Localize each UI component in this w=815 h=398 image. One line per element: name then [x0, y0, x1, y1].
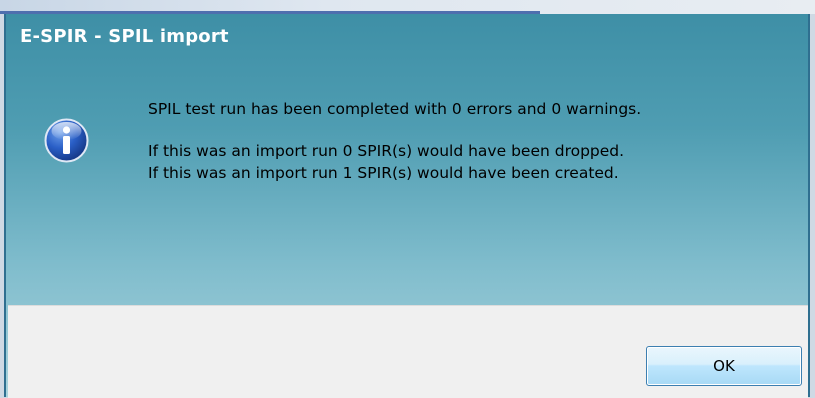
message-line-created: If this was an import run 1 SPIR(s) woul…	[148, 164, 619, 182]
dialog-message: SPIL test run has been completed with 0 …	[148, 98, 641, 184]
ok-button[interactable]: OK	[646, 346, 802, 386]
dialog-footer: OK	[8, 305, 808, 398]
message-line-summary: SPIL test run has been completed with 0 …	[148, 100, 642, 118]
background-window-edge	[0, 0, 815, 14]
info-icon	[44, 118, 89, 163]
message-dialog: E-SPIR - SPIL import SPIL test run has b…	[4, 14, 810, 398]
dialog-title: E-SPIR - SPIL import	[20, 26, 229, 47]
message-line-dropped: If this was an import run 0 SPIR(s) woul…	[148, 142, 625, 160]
